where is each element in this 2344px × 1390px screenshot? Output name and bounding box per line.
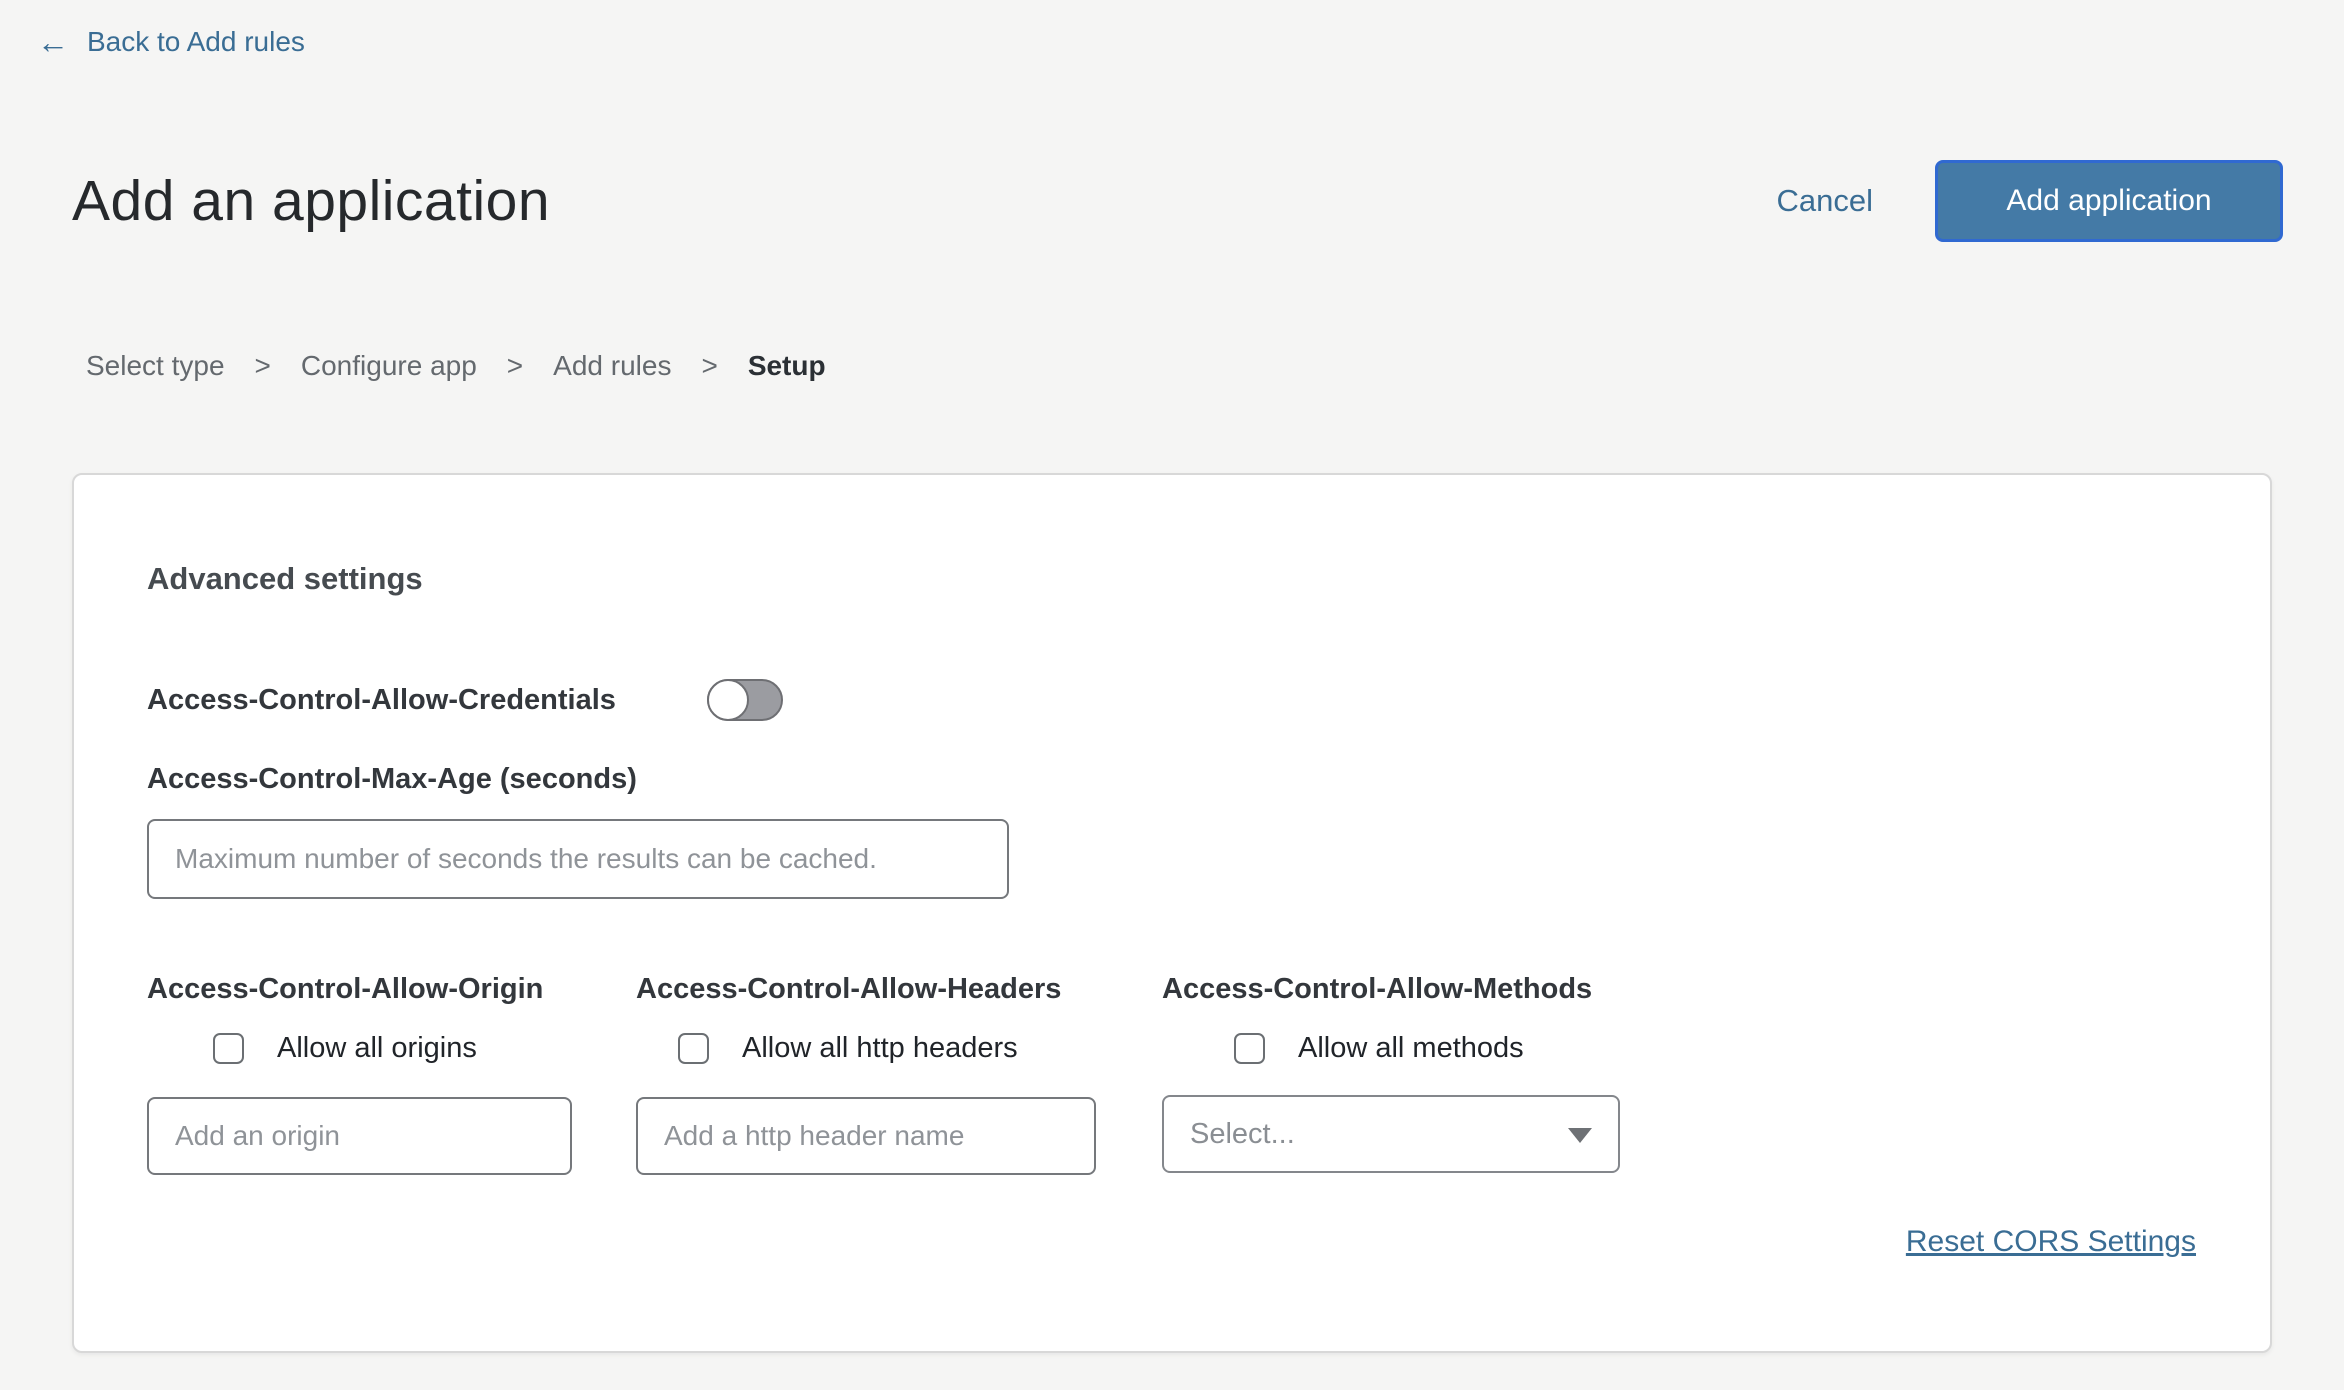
credentials-label: Access-Control-Allow-Credentials [147,679,616,721]
breadcrumb-separator: > [507,350,523,382]
add-origin-input[interactable] [147,1097,572,1175]
allow-all-origins-row: Allow all origins [213,1031,477,1065]
toggle-knob [707,679,749,721]
advanced-settings-heading: Advanced settings [147,561,423,597]
allow-all-methods-checkbox[interactable] [1234,1033,1265,1064]
allow-origin-header: Access-Control-Allow-Origin [147,973,543,1006]
allow-headers-header: Access-Control-Allow-Headers [636,973,1061,1006]
max-age-input[interactable] [147,819,1009,899]
allow-all-headers-row: Allow all http headers [678,1031,1018,1065]
allow-all-origins-checkbox[interactable] [213,1033,244,1064]
breadcrumb-step-select-type[interactable]: Select type [86,350,225,382]
credentials-toggle[interactable] [707,679,783,721]
breadcrumb-step-configure-app[interactable]: Configure app [301,350,477,382]
breadcrumb-separator: > [255,350,271,382]
allow-all-methods-row: Allow all methods [1234,1031,1524,1065]
allow-methods-header: Access-Control-Allow-Methods [1162,973,1592,1006]
breadcrumb-separator: > [701,350,717,382]
methods-select[interactable]: Select... [1162,1095,1620,1173]
back-link-label: Back to Add rules [87,26,305,58]
breadcrumb: Select type > Configure app > Add rules … [86,350,826,382]
advanced-settings-card: Advanced settings Access-Control-Allow-C… [72,473,2272,1353]
add-http-header-input[interactable] [636,1097,1096,1175]
breadcrumb-step-add-rules[interactable]: Add rules [553,350,671,382]
allow-all-origins-label: Allow all origins [277,1032,477,1065]
methods-select-placeholder: Select... [1190,1118,1295,1151]
allow-all-headers-checkbox[interactable] [678,1033,709,1064]
back-link[interactable]: ← Back to Add rules [37,26,305,58]
allow-all-methods-label: Allow all methods [1298,1032,1524,1065]
page-title: Add an application [72,168,550,234]
dropdown-caret-icon [1568,1128,1592,1143]
max-age-label: Access-Control-Max-Age (seconds) [147,763,637,796]
header-actions: Cancel Add application [1777,160,2284,242]
allow-all-headers-label: Allow all http headers [742,1032,1018,1065]
cancel-button[interactable]: Cancel [1777,183,1874,219]
page-header: Add an application Cancel Add applicatio… [72,150,2283,252]
reset-cors-settings-link[interactable]: Reset CORS Settings [1906,1225,2196,1259]
back-arrow-icon: ← [37,26,69,58]
breadcrumb-step-setup-current: Setup [748,350,826,382]
add-application-button[interactable]: Add application [1935,160,2283,242]
